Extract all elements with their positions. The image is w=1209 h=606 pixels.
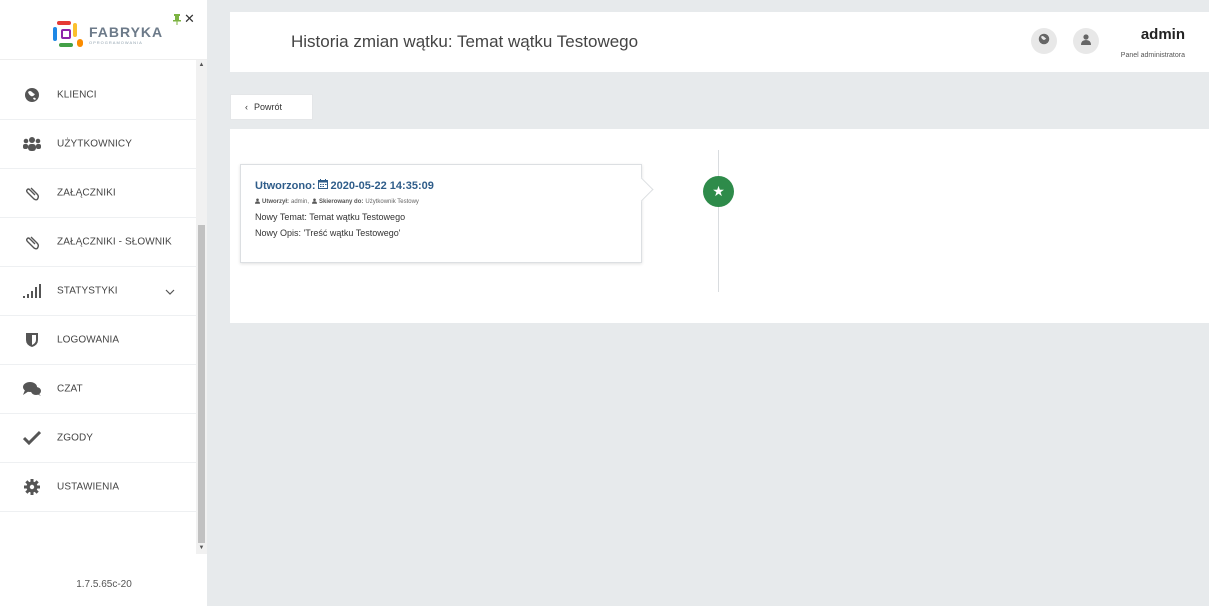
check-icon: [22, 429, 42, 447]
sidebar: FABRYKA OPROGRAMOWANIA ✕ KLIENCI UŻYTKOW…: [0, 0, 208, 606]
shield-icon: [22, 331, 42, 349]
user-name[interactable]: admin: [1141, 26, 1185, 43]
sidebar-item-label: KLIENCI: [57, 89, 97, 101]
back-button[interactable]: ‹ Powrót: [230, 94, 313, 120]
paperclip-icon: [22, 184, 42, 202]
created-date: 2020-05-22 14:35:09: [330, 179, 434, 192]
sidebar-item-label: ZGODY: [57, 432, 94, 444]
paperclip-icon: [22, 233, 42, 251]
history-panel: ★ Utworzono: 2020-05-22 14:35:09 Utworzy…: [230, 129, 1209, 323]
chevron-down-icon: [165, 282, 175, 300]
entry-meta: Utworzył: admin, Skierowany do: Użytkown…: [255, 198, 641, 206]
back-button-label: Powrót: [254, 102, 283, 112]
star-icon: ★: [703, 176, 734, 207]
user-role: Panel administratora: [1120, 52, 1185, 59]
sidebar-item-klienci[interactable]: KLIENCI: [0, 71, 196, 120]
entry-created: Utworzono: 2020-05-22 14:35:09: [255, 179, 641, 192]
calendar-icon: [318, 179, 329, 192]
assigned-to: Użytkownik Testowy: [365, 199, 419, 205]
globe-button[interactable]: [1031, 28, 1057, 54]
close-icon[interactable]: ✕: [184, 12, 195, 25]
logo-mark-icon: [53, 21, 85, 49]
sidebar-item-zalaczniki-slownik[interactable]: ZAŁĄCZNIKI - SŁOWNIK: [0, 218, 196, 267]
signal-icon: [22, 282, 42, 300]
created-label: Utworzono:: [255, 179, 316, 192]
app-version: 1.7.5.65c-20: [76, 579, 132, 590]
sidebar-item-zalaczniki[interactable]: ZAŁĄCZNIKI: [0, 169, 196, 218]
sidebar-item-label: LOGOWANIA: [57, 334, 120, 346]
page-title: Historia zmian wątku: Temat wątku Testow…: [291, 32, 639, 51]
chevron-left-icon: ‹: [245, 102, 248, 112]
timeline-line: [718, 150, 719, 292]
user-icon: [312, 198, 318, 206]
sidebar-item-label: ZAŁĄCZNIKI: [57, 187, 116, 199]
sidebar-item-statystyki[interactable]: STATYSTYKI: [0, 267, 196, 316]
globe-icon: [1038, 32, 1050, 50]
top-header: Historia zmian wątku: Temat wątku Testow…: [230, 12, 1209, 72]
logo[interactable]: FABRYKA OPROGRAMOWANIA: [53, 21, 163, 49]
user-icon: [255, 198, 260, 206]
entry-new-description: Nowy Opis: 'Treść wątku Testowego': [255, 228, 401, 238]
created-by-label: Utworzył:: [262, 199, 289, 205]
user-icon: [1081, 32, 1091, 50]
sidebar-menu: KLIENCI UŻYTKOWNICY ZAŁĄCZNIKI ZAŁĄCZNIK…: [0, 71, 196, 512]
scroll-down-arrow-icon[interactable]: ▼: [196, 543, 207, 554]
sidebar-item-label: CZAT: [57, 383, 83, 395]
sidebar-item-label: STATYSTYKI: [57, 285, 118, 297]
logo-subtitle: OPROGRAMOWANIA: [89, 39, 143, 45]
chat-icon: [22, 380, 42, 398]
scroll-up-arrow-icon[interactable]: ▲: [196, 60, 207, 71]
created-by: admin,: [291, 199, 310, 205]
entry-new-topic: Nowy Temat: Temat wątku Testowego: [255, 212, 406, 222]
pin-icon[interactable]: [173, 14, 183, 26]
sidebar-item-ustawienia[interactable]: USTAWIENIA: [0, 463, 196, 512]
scroll-thumb[interactable]: [198, 225, 205, 543]
sidebar-item-logowania[interactable]: LOGOWANIA: [0, 316, 196, 365]
globe-icon: [22, 86, 42, 104]
sidebar-scrollbar[interactable]: ▲ ▼: [196, 60, 207, 554]
sidebar-item-czat[interactable]: CZAT: [0, 365, 196, 414]
gear-icon: [22, 478, 42, 496]
logo-title: FABRYKA: [89, 23, 164, 40]
sidebar-item-label: ZAŁĄCZNIKI - SŁOWNIK: [57, 236, 172, 248]
sidebar-item-uzytkownicy[interactable]: UŻYTKOWNICY: [0, 120, 196, 169]
user-button[interactable]: [1073, 28, 1099, 54]
users-icon: [22, 135, 42, 153]
logo-area: FABRYKA OPROGRAMOWANIA ✕: [0, 0, 207, 60]
sidebar-item-label: USTAWIENIA: [57, 481, 120, 493]
sidebar-item-zgody[interactable]: ZGODY: [0, 414, 196, 463]
sidebar-item-label: UŻYTKOWNICY: [57, 138, 132, 150]
assigned-label: Skierowany do:: [319, 199, 364, 205]
timeline-entry: Utworzono: 2020-05-22 14:35:09 Utworzył:…: [240, 164, 642, 263]
